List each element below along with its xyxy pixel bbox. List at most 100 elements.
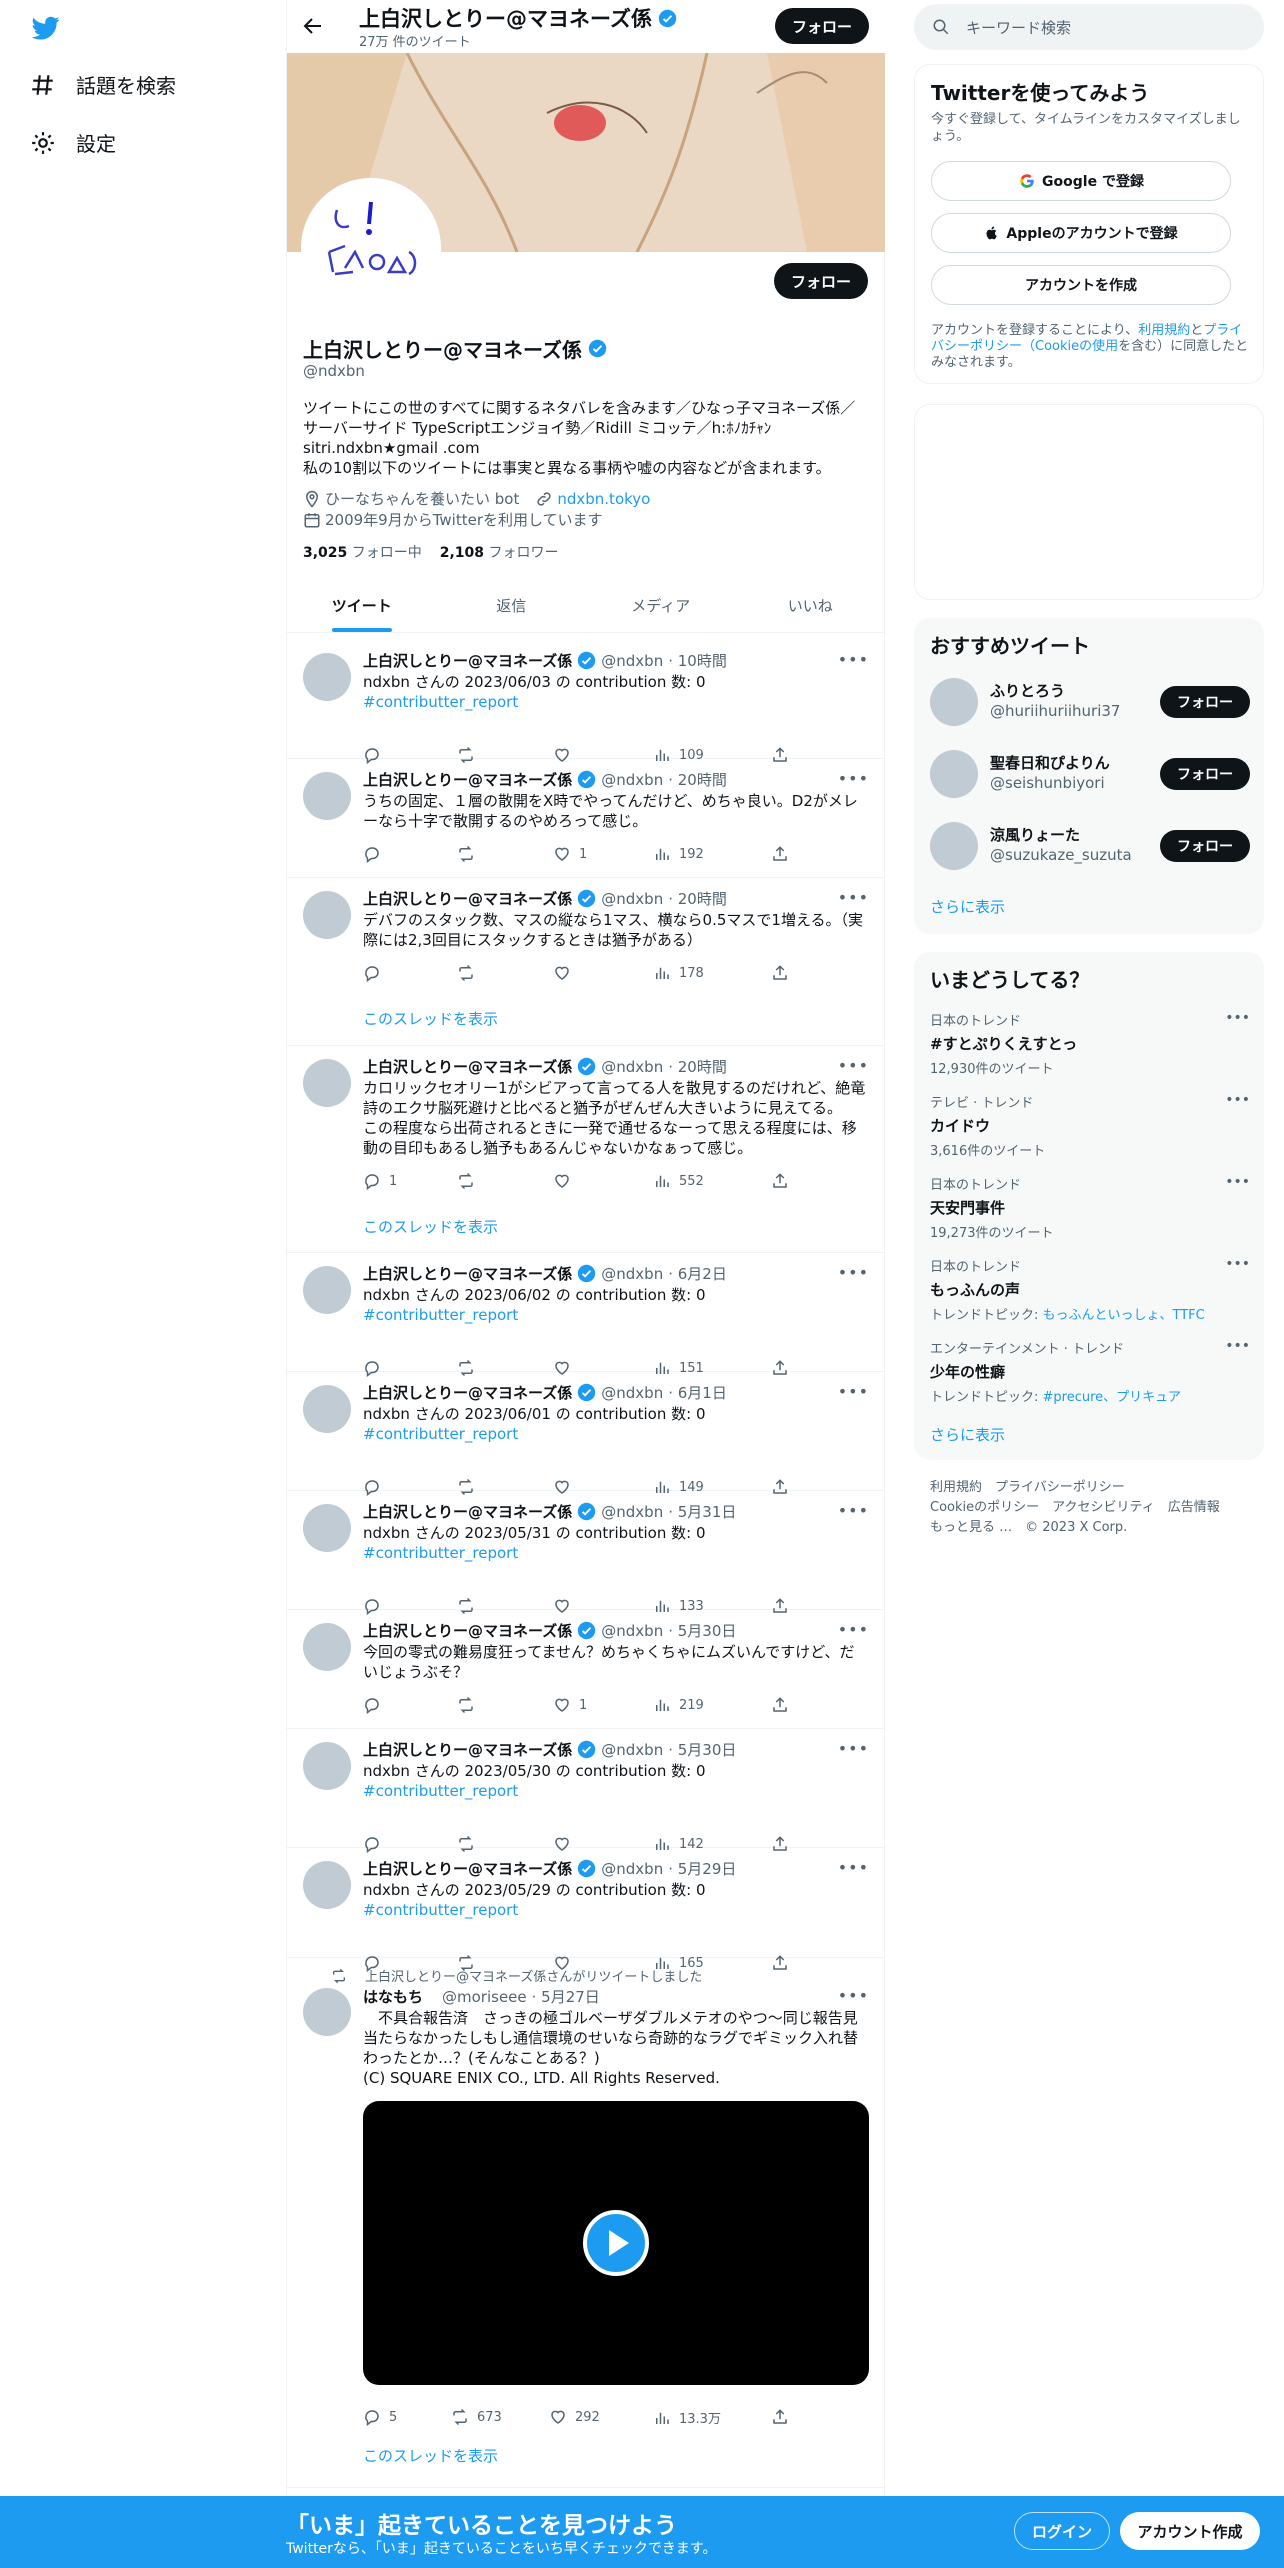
reply-button[interactable]: 5 [363, 2408, 397, 2426]
hashtag-link[interactable]: #contributter_report [363, 1901, 518, 1919]
reply-button[interactable]: 1 [363, 1172, 397, 1190]
views-button[interactable]: 13.3万 [653, 2408, 721, 2427]
more-icon[interactable]: ••• [838, 1501, 869, 1520]
tweet-item[interactable]: 上白沢しとりー@マヨネーズ係 @ndxbn · 5月30日 ••• ndxbn さんの … [287, 1729, 885, 1853]
tweet-author-name[interactable]: 上白沢しとりー@マヨネーズ係 [363, 1620, 572, 1641]
share-button[interactable] [771, 845, 789, 863]
nav-explore[interactable]: 話題を検索 [30, 70, 176, 99]
retweet-item[interactable]: 上白沢しとりー@マヨネーズ係さんがリツイートしました はなもち @morisee… [287, 1958, 885, 2488]
avatar[interactable] [930, 750, 978, 798]
tweet-author-name[interactable]: 上白沢しとりー@マヨネーズ係 [363, 1263, 572, 1284]
recommend-user[interactable]: 聖春日和ぴよりん @seishunbiyori フォロー [930, 746, 1250, 802]
avatar[interactable] [303, 1742, 351, 1790]
hashtag-link[interactable]: #contributter_report [363, 1425, 518, 1443]
tweet-item[interactable]: 上白沢しとりー@マヨネーズ係 @ndxbn · 6月2日 ••• ndxbn さんの 2… [287, 1253, 885, 1377]
profile-url-link[interactable]: ndxbn.tokyo [557, 490, 650, 508]
tweet-author-name[interactable]: 上白沢しとりー@マヨネーズ係 [363, 650, 572, 671]
tweet-item[interactable]: 上白沢しとりー@マヨネーズ係 @ndxbn · 10時間 ••• ndxbn さんの 2… [287, 640, 885, 764]
tweet-author-name[interactable]: 上白沢しとりー@マヨネーズ係 [363, 1858, 572, 1879]
google-signup-button[interactable]: Google で登録 [931, 161, 1231, 201]
tweet-author-name[interactable]: 上白沢しとりー@マヨネーズ係 [363, 1739, 572, 1760]
avatar[interactable] [303, 891, 351, 939]
tab-tweets[interactable]: ツイート [287, 580, 437, 632]
views-button[interactable]: 192 [653, 845, 704, 863]
hashtag-link[interactable]: #contributter_report [363, 693, 518, 711]
more-icon[interactable]: ••• [1225, 1338, 1250, 1354]
more-icon[interactable]: ••• [838, 1986, 869, 2005]
hashtag-link[interactable]: #contributter_report [363, 1306, 518, 1324]
video-player[interactable] [363, 2101, 869, 2385]
more-icon[interactable]: ••• [1225, 1010, 1250, 1026]
retweet-button[interactable] [457, 964, 483, 982]
profile-avatar[interactable] [301, 178, 441, 318]
recommend-follow-button[interactable]: フォロー [1160, 830, 1250, 862]
hashtag-link[interactable]: #contributter_report [363, 1544, 518, 1562]
recommend-more-link[interactable]: さらに表示 [930, 896, 1005, 917]
more-icon[interactable]: ••• [1225, 1092, 1250, 1108]
tweet-time[interactable]: · 5月27日 [532, 1986, 600, 2007]
avatar[interactable] [303, 772, 351, 820]
avatar[interactable] [303, 1504, 351, 1552]
avatar[interactable] [303, 1861, 351, 1909]
recommend-user[interactable]: ふりとろう @huriihuriihuri37 フォロー [930, 674, 1250, 730]
twitter-logo-icon[interactable] [30, 14, 62, 42]
views-button[interactable]: 219 [653, 1696, 704, 1714]
tweet-time[interactable]: · 5月30日 [668, 1739, 736, 1760]
more-icon[interactable]: ••• [1225, 1174, 1250, 1190]
more-icon[interactable]: ••• [838, 1739, 869, 1758]
footer-line[interactable]: 利用規約 プライバシーポリシー [930, 1478, 1250, 1498]
followers-link[interactable]: 2,108 フォロワー [440, 542, 559, 562]
share-button[interactable] [771, 1172, 789, 1190]
more-icon[interactable]: ••• [838, 1382, 869, 1401]
retweet-button[interactable] [457, 1696, 483, 1714]
tweet-author-name[interactable]: はなもち [363, 1986, 423, 2007]
avatar[interactable] [930, 678, 978, 726]
more-icon[interactable]: ••• [1225, 1256, 1250, 1272]
more-icon[interactable]: ••• [838, 650, 869, 669]
avatar[interactable] [303, 1385, 351, 1433]
show-thread-link[interactable]: このスレッドを表示 [363, 1008, 498, 1029]
retweet-button[interactable] [457, 845, 483, 863]
share-button[interactable] [771, 2408, 789, 2426]
tweet-time[interactable]: · 6月2日 [668, 1263, 727, 1284]
recommend-follow-button[interactable]: フォロー [1160, 758, 1250, 790]
retweet-button[interactable]: 673 [451, 2408, 502, 2426]
footer-line[interactable]: もっと見る … © 2023 X Corp. [930, 1518, 1250, 1538]
more-icon[interactable]: ••• [838, 1620, 869, 1639]
apple-signup-button[interactable]: Appleのアカウントで登録 [931, 213, 1231, 253]
tab-replies[interactable]: 返信 [437, 580, 587, 632]
create-account-button[interactable]: アカウントを作成 [931, 265, 1231, 305]
reply-button[interactable] [363, 964, 389, 982]
profile-follow-button[interactable]: フォロー [774, 263, 868, 299]
more-icon[interactable]: ••• [838, 1263, 869, 1282]
like-button[interactable]: 292 [549, 2408, 600, 2426]
avatar[interactable] [930, 822, 978, 870]
tweet-time[interactable]: · 10時間 [668, 650, 727, 671]
tweet-time[interactable]: · 20時間 [668, 769, 727, 790]
trends-more-link[interactable]: さらに表示 [930, 1424, 1005, 1445]
tweet-time[interactable]: · 20時間 [668, 888, 727, 909]
search-input[interactable]: キーワード検索 [966, 17, 1071, 38]
tweet-time[interactable]: · 5月30日 [668, 1620, 736, 1641]
avatar[interactable] [303, 1266, 351, 1314]
tweet-time[interactable]: · 20時間 [668, 1056, 727, 1077]
nav-settings[interactable]: 設定 [30, 128, 116, 157]
footer-line[interactable]: Cookieのポリシー アクセシビリティ 広告情報 [930, 1498, 1250, 1518]
tweet-item[interactable]: 上白沢しとりー@マヨネーズ係 @ndxbn · 20時間 ••• うちの固定、１層の散開… [287, 759, 885, 878]
share-button[interactable] [771, 1696, 789, 1714]
reply-button[interactable] [363, 1696, 389, 1714]
more-icon[interactable]: ••• [838, 1858, 869, 1877]
tweet-time[interactable]: · 5月29日 [668, 1858, 736, 1879]
like-button[interactable] [553, 964, 579, 982]
tweet-item[interactable]: 上白沢しとりー@マヨネーズ係 @ndxbn · 5月29日 ••• ndxbn さんの … [287, 1848, 885, 1972]
login-button[interactable]: ログイン [1014, 2512, 1110, 2550]
signup-button[interactable]: アカウント作成 [1120, 2512, 1260, 2550]
more-icon[interactable]: ••• [838, 1056, 869, 1075]
trend-item[interactable]: テレビ · トレンド カイドウ 3,616件のツイート ••• [930, 1092, 1250, 1159]
avatar[interactable] [303, 1988, 351, 2036]
retweet-button[interactable] [457, 1172, 483, 1190]
trend-item[interactable]: 日本のトレンド #すとぷりくえすとっ 12,930件のツイート ••• [930, 1010, 1250, 1077]
like-button[interactable]: 1 [553, 845, 587, 863]
header-follow-button[interactable]: フォロー [775, 8, 869, 44]
trend-topics-links[interactable]: もっふんといっしょ、TTFC [1043, 1308, 1205, 1323]
